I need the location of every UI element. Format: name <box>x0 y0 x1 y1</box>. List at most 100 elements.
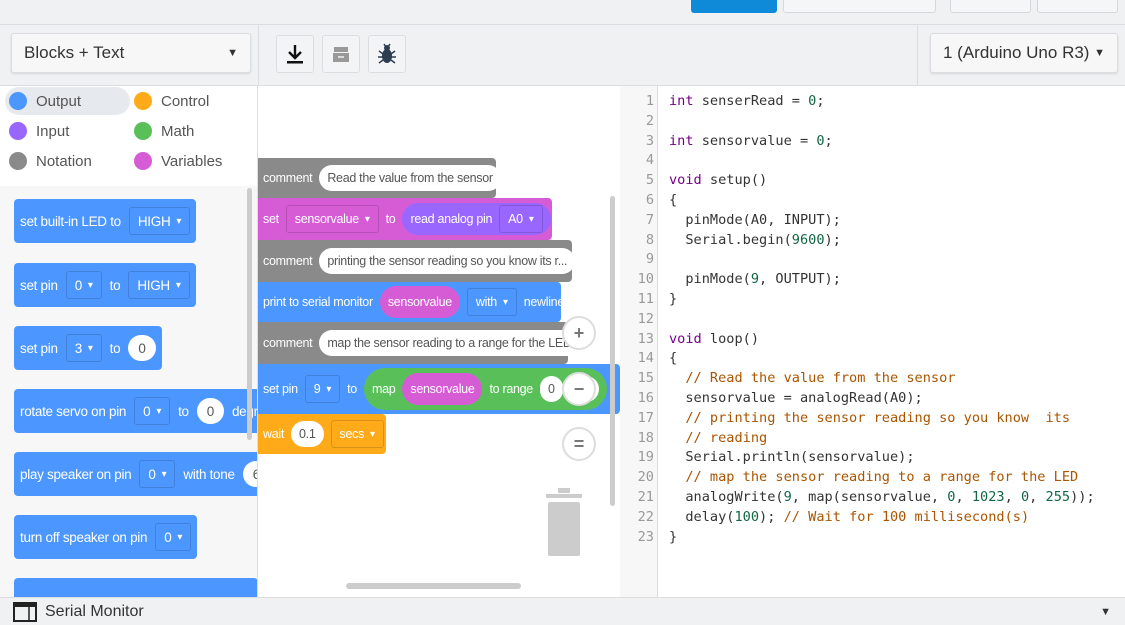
code-line[interactable]: pinMode(9, OUTPUT); <box>669 269 841 289</box>
category-output[interactable]: Output <box>5 87 130 115</box>
wait-block[interactable]: wait 0.1 secs <box>258 414 386 454</box>
newline-dropdown[interactable]: with <box>466 288 517 316</box>
top-button[interactable] <box>783 0 936 13</box>
code-line[interactable]: int sensorvalue = 0; <box>669 131 833 151</box>
workspace-vscrollbar[interactable] <box>610 196 615 506</box>
library-button[interactable] <box>322 35 360 73</box>
code-line[interactable]: // Read the value from the sensor <box>669 368 955 388</box>
comment-block[interactable]: comment printing the sensor reading so yo… <box>258 240 576 282</box>
variable-dropdown[interactable]: sensorvalue <box>285 205 379 233</box>
category-input[interactable]: Input <box>5 117 69 145</box>
code-line[interactable]: pinMode(A0, INPUT); <box>669 210 841 230</box>
code-line[interactable]: // printing the sensor reading so you kn… <box>669 408 1070 428</box>
board-select[interactable]: 1 (Arduino Uno R3) ▼ <box>930 33 1118 73</box>
serial-monitor-icon <box>13 601 37 622</box>
code-line[interactable]: int senserRead = 0; <box>669 91 825 111</box>
block-turn-off-speaker[interactable]: turn off speaker on pin 0 <box>14 515 198 559</box>
code-line[interactable]: sensorvalue = analogRead(A0); <box>669 388 922 408</box>
variable-reporter[interactable]: sensorvalue <box>379 286 460 318</box>
value-input[interactable]: 0 <box>196 398 224 424</box>
code-line[interactable]: { <box>669 348 677 368</box>
line-number: 14 <box>637 350 654 367</box>
code-line[interactable]: void setup() <box>669 170 767 190</box>
block-label: turn off speaker on pin <box>20 529 148 545</box>
editor-mode-select[interactable]: Blocks + Text ▼ <box>11 33 251 73</box>
dropdown[interactable]: HIGH <box>128 271 190 299</box>
code-line[interactable]: delay(100); // Wait for 100 millisecond(… <box>669 507 1029 527</box>
block-partial[interactable] <box>14 578 257 597</box>
blocks-view-button[interactable] <box>691 0 777 13</box>
comment-text[interactable]: printing the sensor reading so you know … <box>319 248 576 274</box>
dropdown[interactable]: 3 <box>65 334 102 362</box>
top-button[interactable] <box>1037 0 1118 13</box>
code-line[interactable]: Serial.println(sensorvalue); <box>669 447 914 467</box>
line-number: 17 <box>637 409 654 426</box>
code-line[interactable]: analogWrite(9, map(sensorvalue, 0, 1023,… <box>669 487 1094 507</box>
block-play-speaker[interactable]: play speaker on pin 0 with tone 6 <box>14 452 257 496</box>
category-math[interactable]: Math <box>130 117 194 145</box>
category-notation[interactable]: Notation <box>5 147 92 175</box>
comment-text[interactable]: map the sensor reading to a range for th… <box>319 330 580 356</box>
zoom-reset-button[interactable]: = <box>562 427 596 461</box>
code-line[interactable]: void loop() <box>669 329 759 349</box>
zoom-out-button[interactable]: − <box>562 372 596 406</box>
category-label: Control <box>161 92 210 110</box>
category-label: Math <box>161 122 195 140</box>
expand-caret-icon[interactable]: ▼ <box>1100 606 1111 618</box>
block-label: play speaker on pin <box>20 466 132 482</box>
zoom-in-button[interactable]: + <box>562 316 596 350</box>
value-input[interactable]: 6 <box>242 461 257 487</box>
read-analog-block[interactable]: read analog pin A0 <box>402 203 551 235</box>
block-set-builtin-led[interactable]: set built-in LED to HIGH <box>14 199 197 243</box>
top-button[interactable] <box>950 0 1031 13</box>
editor-mode-value: Blocks + Text <box>24 43 125 62</box>
comment-block[interactable]: comment Read the value from the sensor <box>258 158 501 198</box>
print-serial-block[interactable]: print to serial monitorsensorvaluewithne… <box>258 282 564 322</box>
download-button[interactable] <box>276 35 314 73</box>
value-input[interactable]: 0.1 <box>291 421 324 447</box>
code-line[interactable]: Serial.begin(9600); <box>669 230 841 250</box>
line-number: 20 <box>637 469 654 486</box>
unit-dropdown[interactable]: secs <box>330 420 384 448</box>
serial-monitor-bar[interactable]: Serial Monitor ▼ <box>0 597 1125 625</box>
code-editor[interactable]: 1 2 3 4 5 6 7 8 9 10 11 12 13 14 15 16 17 18 19 20 21 22 23 in… <box>620 86 1125 597</box>
set-variable-block[interactable]: setsensorvaluetoread analog pinA0 <box>258 198 552 240</box>
category-control[interactable]: Control <box>130 87 209 115</box>
dropdown[interactable]: 0 <box>65 271 102 299</box>
debug-button[interactable] <box>368 35 406 73</box>
line-number: 9 <box>645 251 654 268</box>
board-value: 1 (Arduino Uno R3) <box>943 43 1090 62</box>
comment-text[interactable]: Read the value from the sensor <box>319 165 501 191</box>
palette-scrollbar[interactable] <box>247 188 252 440</box>
dropdown[interactable]: 0 <box>155 523 192 551</box>
variable-reporter[interactable]: sensorvalue <box>402 373 483 405</box>
line-number: 7 <box>645 211 654 228</box>
block-set-pin-digital[interactable]: set pin 0 to HIGH <box>14 263 196 307</box>
code-line[interactable]: } <box>669 289 677 309</box>
block-rotate-servo[interactable]: rotate servo on pin 0 to 0 degre <box>14 389 258 433</box>
category-label: Notation <box>36 152 92 170</box>
value-input[interactable]: 0 <box>539 376 563 402</box>
serial-monitor-label: Serial Monitor <box>45 602 144 620</box>
dropdown[interactable]: 0 <box>134 397 171 425</box>
category-variables[interactable]: Variables <box>130 147 222 175</box>
pin-dropdown[interactable]: 9 <box>304 375 341 403</box>
block-label: degre <box>231 403 258 419</box>
comment-block[interactable]: comment map the sensor reading to a range… <box>258 322 580 364</box>
trash-icon[interactable] <box>544 486 584 558</box>
dropdown[interactable]: HIGH <box>128 207 191 235</box>
block-label: to <box>109 340 121 356</box>
pin-dropdown[interactable]: A0 <box>499 205 543 233</box>
top-bar <box>0 0 1125 25</box>
code-line[interactable]: } <box>669 527 677 547</box>
dropdown[interactable]: 0 <box>139 460 176 488</box>
workspace-hscrollbar[interactable] <box>346 583 521 589</box>
line-gutter: 1 2 3 4 5 6 7 8 9 10 11 12 13 14 15 16 17 18 19 20 21 22 23 <box>620 86 658 597</box>
block-set-pin-analog[interactable]: set pin 3 to 0 <box>14 326 162 370</box>
caret-down-icon: ▼ <box>227 47 238 59</box>
code-line[interactable]: // map the sensor reading to a range for… <box>669 467 1078 487</box>
zoom-out-icon: − <box>573 378 585 399</box>
value-input[interactable]: 0 <box>128 335 156 361</box>
code-line[interactable]: // reading <box>669 428 767 448</box>
code-line[interactable]: { <box>669 190 677 210</box>
